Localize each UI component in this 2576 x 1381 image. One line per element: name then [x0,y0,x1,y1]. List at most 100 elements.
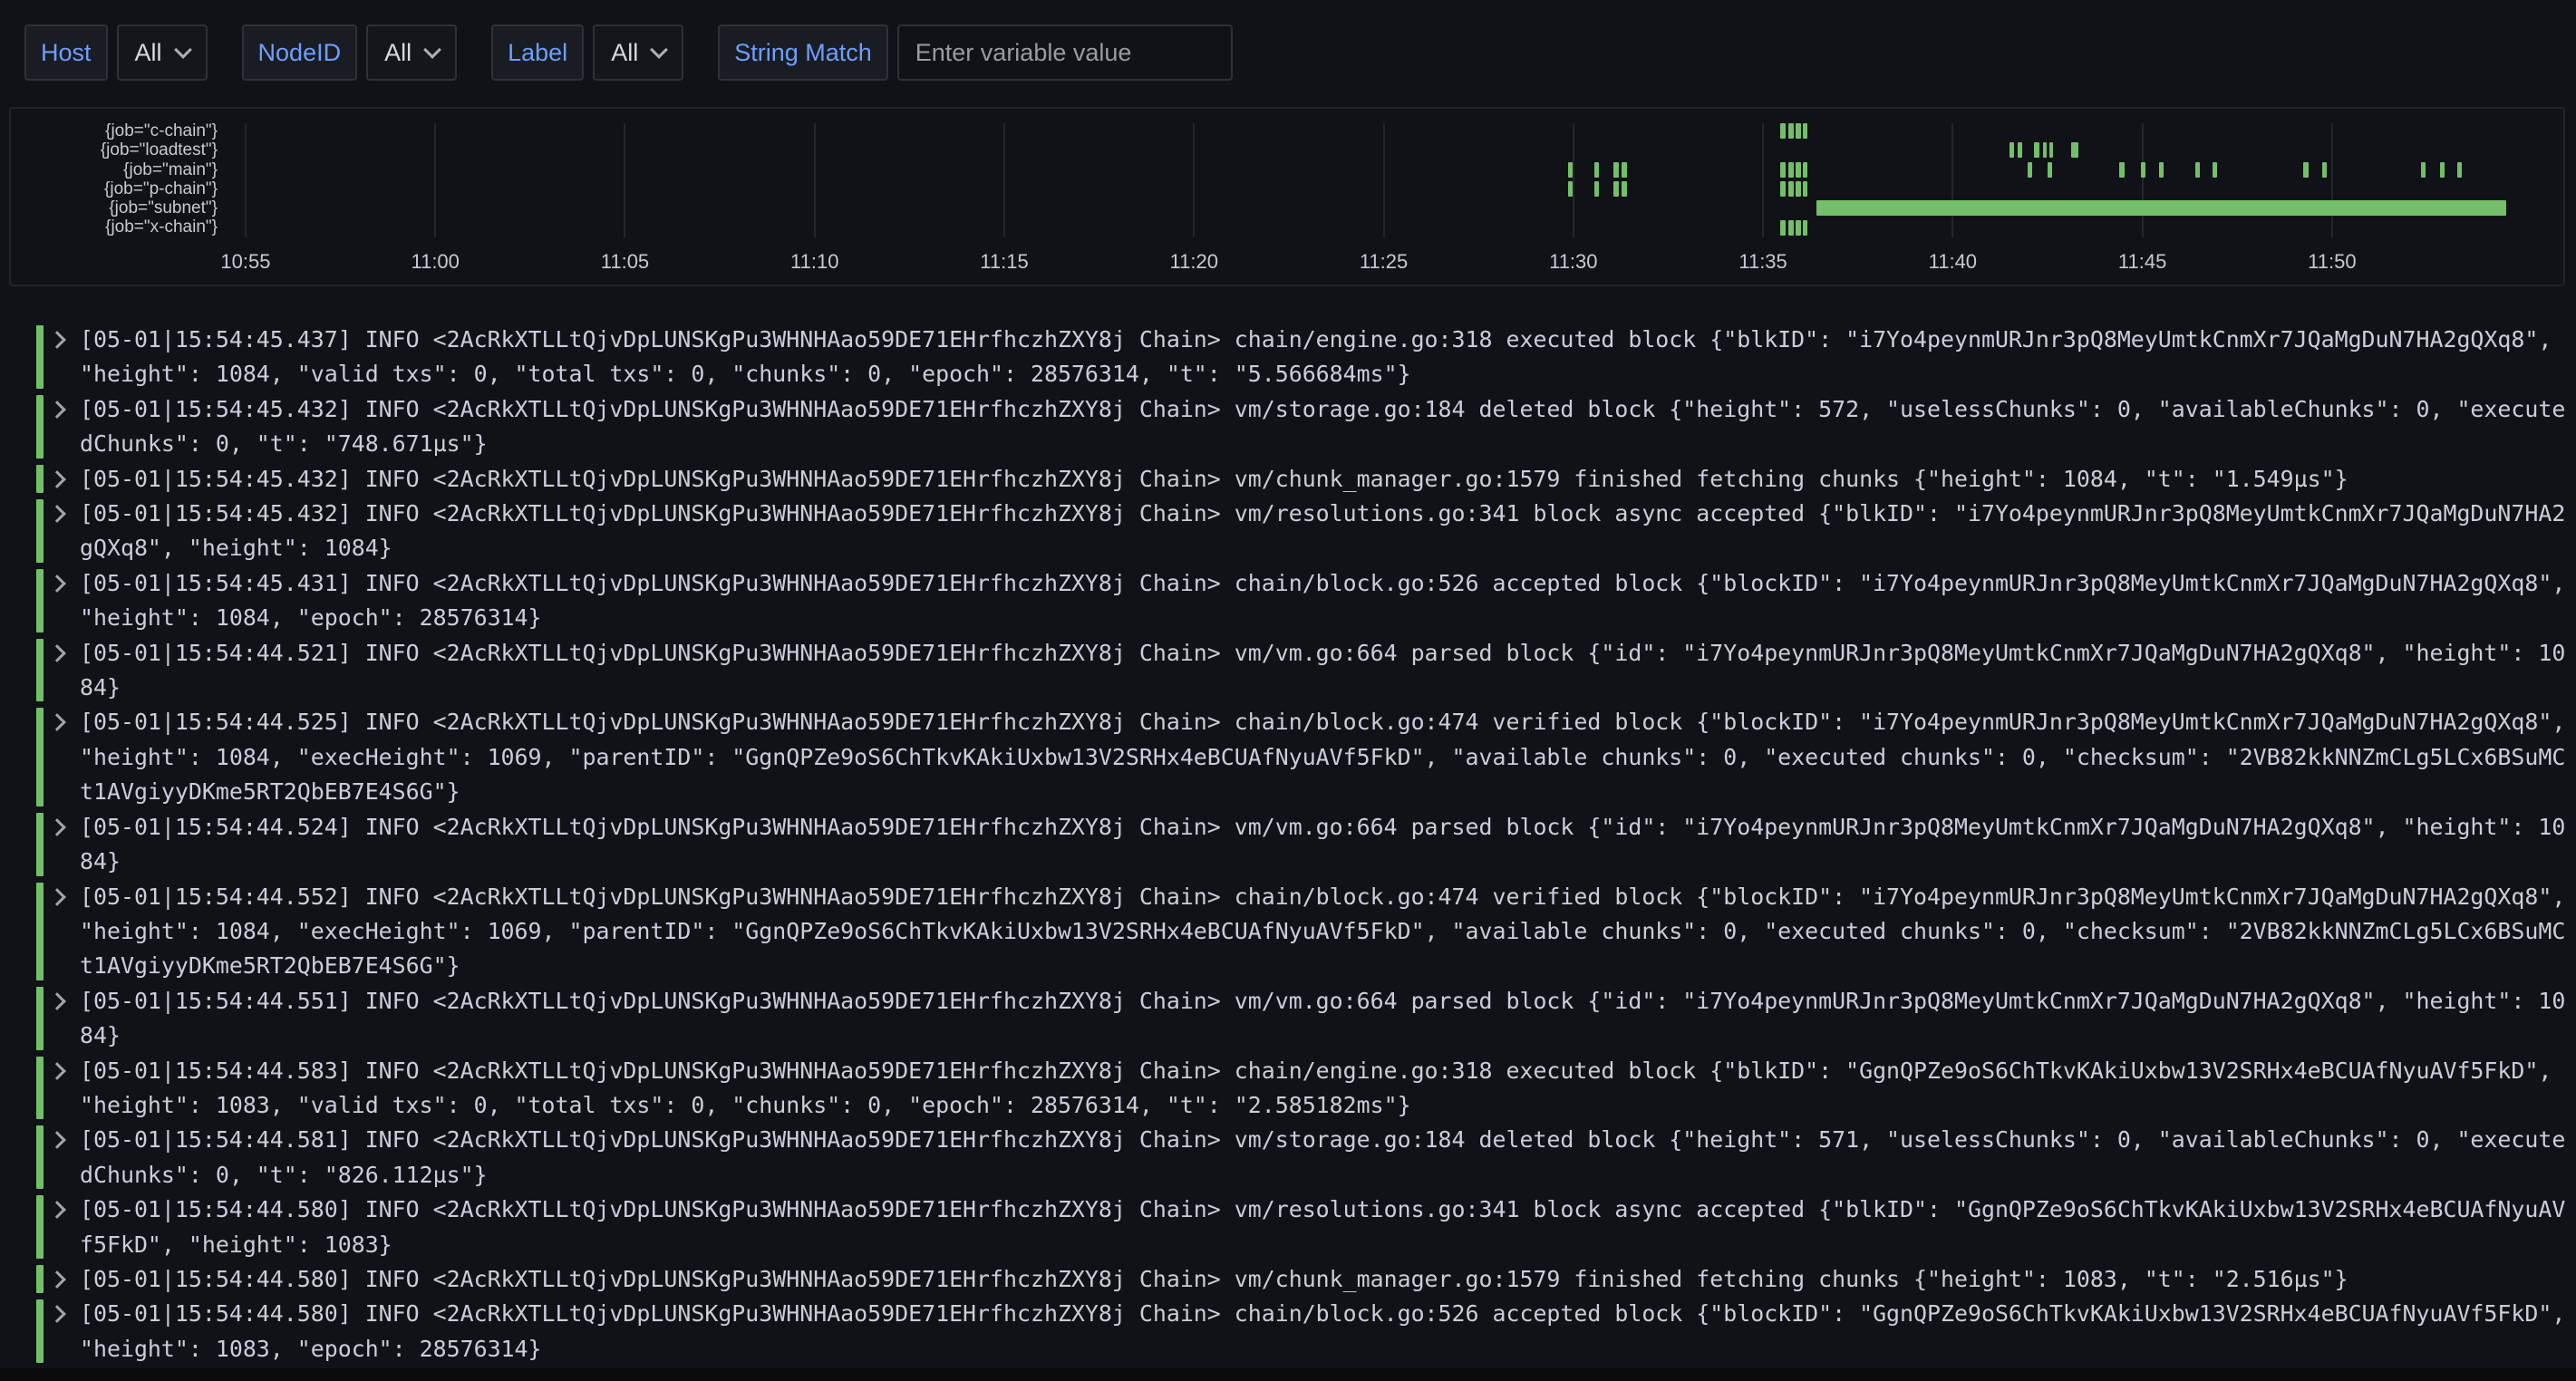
expand-chevron-icon[interactable] [48,401,66,419]
log-row[interactable]: [05-01|15:54:44.580] INFO <2AcRkXTLLtQjv… [36,1262,2565,1297]
expand-chevron-icon[interactable] [48,331,66,349]
x-gridline [1193,123,1195,237]
chart-series-label: {job="x-chain"} [11,217,218,237]
log-event-mark [1796,162,1801,178]
expand-chevron-icon[interactable] [48,575,66,593]
expand-chevron-icon[interactable] [48,1062,66,1080]
log-event-mark [1780,181,1786,197]
log-event-mark [1788,162,1794,178]
log-event-mark [1568,181,1573,197]
log-row[interactable]: [05-01|15:54:44.551] INFO <2AcRkXTLLtQjv… [36,984,2565,1054]
log-line-text: [05-01|15:54:44.521] INFO <2AcRkXTLLtQjv… [80,636,2565,706]
x-axis-tick-label: 11:50 [2308,250,2356,274]
chart-series-labels: {job="c-chain"}{job="loadtest"}{job="mai… [11,121,218,237]
chart-series-label: {job="main"} [11,160,218,179]
log-row[interactable]: [05-01|15:54:44.581] INFO <2AcRkXTLLtQjv… [36,1123,2565,1193]
log-event-mark [1780,162,1786,178]
log-row[interactable]: [05-01|15:54:44.580] INFO <2AcRkXTLLtQjv… [36,1297,2565,1367]
log-event-mark [2043,142,2047,158]
x-gridline [814,123,816,237]
expand-chevron-icon[interactable] [48,888,66,906]
expand-chevron-icon[interactable] [48,505,66,523]
log-row[interactable]: [05-01|15:54:45.431] INFO <2AcRkXTLLtQjv… [36,566,2565,636]
x-gridline [1003,123,1005,237]
log-row[interactable]: [05-01|15:54:44.583] INFO <2AcRkXTLLtQjv… [36,1054,2565,1124]
chart-series-label: {job="c-chain"} [11,121,218,140]
log-line-text: [05-01|15:54:45.432] INFO <2AcRkXTLLtQjv… [80,462,2565,497]
log-line-text: [05-01|15:54:45.437] INFO <2AcRkXTLLtQjv… [80,323,2565,392]
variable-select-label[interactable]: All [593,24,683,81]
variables-toolbar: Host All NodeID All Label All String Mat… [24,24,1267,81]
log-event-mark [2457,162,2462,178]
log-event-mark [1788,220,1794,236]
variable-group-label: Label All [491,24,683,81]
variable-select-host[interactable]: All [117,24,208,81]
x-axis-tick-label: 11:15 [980,250,1028,274]
log-event-mark [2048,162,2052,178]
variable-label-label: Label [491,24,584,81]
log-event-mark [2028,162,2032,178]
log-event-mark [1780,123,1786,139]
expand-chevron-icon[interactable] [48,1305,66,1323]
log-event-mark [2049,142,2053,158]
log-row[interactable]: [05-01|15:54:45.432] INFO <2AcRkXTLLtQjv… [36,392,2565,462]
log-event-mark [1796,181,1801,197]
variable-value-label: All [611,39,638,67]
expand-chevron-icon[interactable] [48,992,66,1010]
string-match-input[interactable] [897,24,1233,81]
log-row[interactable]: [05-01|15:54:45.437] INFO <2AcRkXTLLtQjv… [36,323,2565,392]
x-axis-tick-label: 11:40 [1929,250,1977,274]
log-line-text: [05-01|15:54:44.583] INFO <2AcRkXTLLtQjv… [80,1054,2565,1124]
log-event-mark [1816,200,2507,216]
log-event-mark [2141,162,2145,178]
log-event-mark [2034,142,2039,158]
variable-value-host: All [135,39,162,67]
log-line-text: [05-01|15:54:45.432] INFO <2AcRkXTLLtQjv… [80,392,2565,462]
log-event-mark [1594,181,1599,197]
x-axis-tick-label: 10:55 [220,250,270,274]
variable-label-host: Host [24,24,108,81]
expand-chevron-icon[interactable] [48,1270,66,1289]
log-event-mark [2071,142,2078,158]
log-row[interactable]: [05-01|15:54:44.580] INFO <2AcRkXTLLtQjv… [36,1193,2565,1262]
log-row[interactable]: [05-01|15:54:44.524] INFO <2AcRkXTLLtQjv… [36,810,2565,880]
expand-chevron-icon[interactable] [48,714,66,732]
x-gridline [1762,123,1764,237]
expand-chevron-icon[interactable] [48,470,66,488]
variable-select-nodeid[interactable]: All [366,24,457,81]
variable-label-string-match: String Match [718,24,888,81]
expand-chevron-icon[interactable] [48,1131,66,1149]
expand-chevron-icon[interactable] [48,1201,66,1219]
log-event-mark [1803,162,1807,178]
expand-chevron-icon[interactable] [48,644,66,662]
log-event-mark [1594,162,1599,178]
log-event-mark [2303,162,2308,178]
expand-chevron-icon[interactable] [48,818,66,836]
log-row[interactable]: [05-01|15:54:44.552] INFO <2AcRkXTLLtQjv… [36,880,2565,984]
variable-group-string-match: String Match [718,24,1233,81]
x-axis-tick-label: 11:05 [601,250,649,274]
x-axis-tick-label: 11:45 [2118,250,2166,274]
log-row[interactable]: [05-01|15:54:45.432] INFO <2AcRkXTLLtQjv… [36,462,2565,497]
variable-label-nodeid: NodeID [242,24,358,81]
log-rows-list: [05-01|15:54:45.437] INFO <2AcRkXTLLtQjv… [36,323,2565,1367]
log-event-mark [1780,220,1786,236]
x-gridline [624,123,625,237]
log-event-mark [1568,162,1573,178]
log-row[interactable]: [05-01|15:54:44.525] INFO <2AcRkXTLLtQjv… [36,705,2565,809]
x-gridline [434,123,436,237]
log-event-mark [1622,162,1627,178]
chart-series-label: {job="p-chain"} [11,179,218,198]
chart-plot-area: 10:5511:0011:0511:1011:1511:2011:2511:30… [227,121,2560,237]
log-line-text: [05-01|15:54:44.581] INFO <2AcRkXTLLtQjv… [80,1123,2565,1193]
variable-value-nodeid: All [384,39,412,67]
log-event-mark [1796,123,1801,139]
log-line-text: [05-01|15:54:44.580] INFO <2AcRkXTLLtQjv… [80,1262,2565,1297]
log-event-mark [2322,162,2327,178]
clipped-log-row-strip [0,1368,2576,1381]
chevron-down-icon [650,41,668,59]
log-row[interactable]: [05-01|15:54:44.521] INFO <2AcRkXTLLtQjv… [36,636,2565,706]
log-row[interactable]: [05-01|15:54:45.432] INFO <2AcRkXTLLtQjv… [36,497,2565,566]
log-event-mark [1788,123,1794,139]
x-gridline [1573,123,1574,237]
